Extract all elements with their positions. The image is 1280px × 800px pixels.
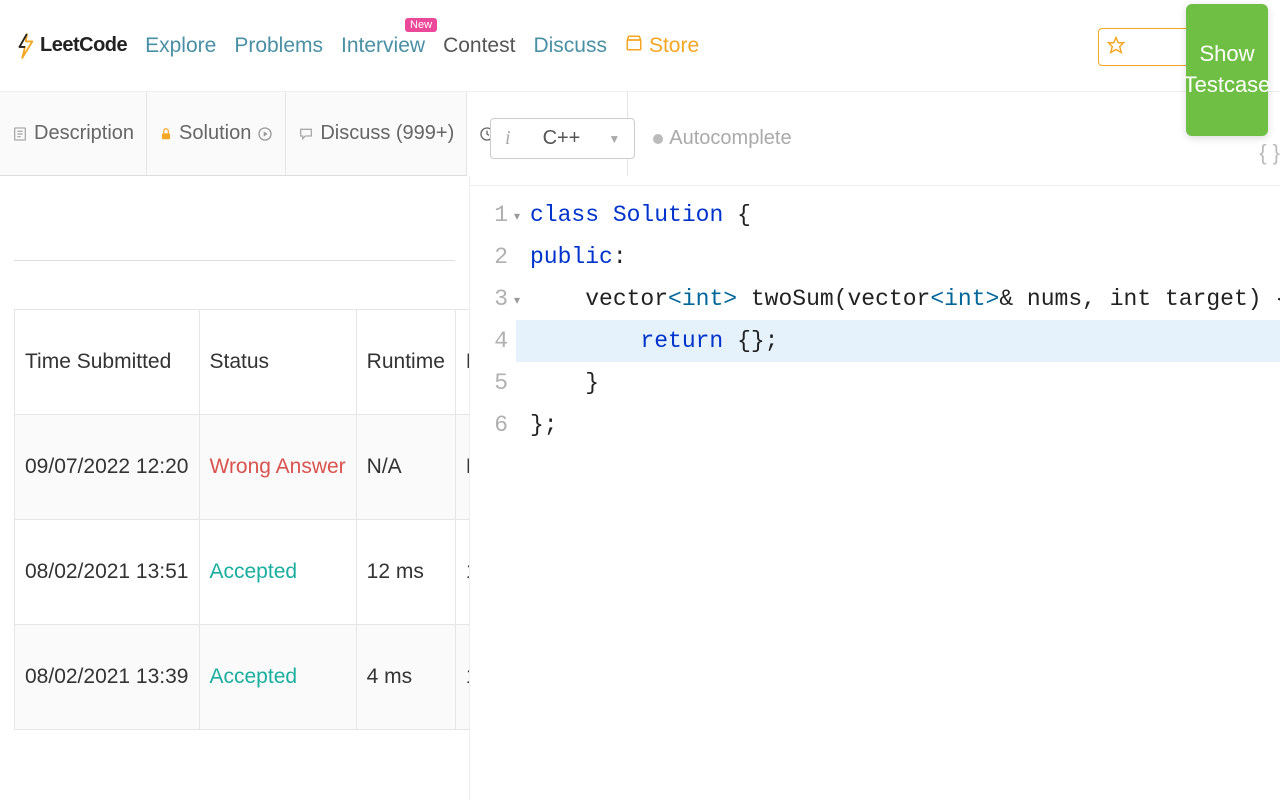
dot-icon	[653, 134, 663, 144]
nav-interview-wrap: Interview New	[341, 34, 425, 58]
discuss-icon	[298, 126, 314, 142]
autocomplete-toggle[interactable]: Autocomplete	[653, 127, 791, 150]
line-number: 3	[470, 278, 508, 320]
show-testcase-label: Show Testcase	[1184, 39, 1271, 101]
cell-time: 08/02/2021 13:39	[15, 625, 200, 730]
line-number: 5	[470, 362, 508, 404]
nav-links: Explore Problems Interview New Contest D…	[145, 34, 699, 58]
table-header-row: Time Submitted Status Runtime Memory Lan…	[15, 310, 470, 415]
nav-contest[interactable]: Contest	[443, 34, 515, 58]
nav-interview[interactable]: Interview	[341, 34, 425, 57]
code-line[interactable]: };	[516, 404, 1280, 446]
cell-memory: 10.3 MB	[455, 625, 469, 730]
tab-description[interactable]: Description	[0, 92, 147, 175]
lock-icon	[159, 127, 173, 141]
editor-code[interactable]: class Solution {public: vector<int> twoS…	[516, 194, 1280, 800]
tab-solution-label: Solution	[179, 122, 251, 145]
logo-icon	[14, 31, 36, 61]
table-row[interactable]: 09/07/2022 12:20Wrong AnswerN/AN/Acpp	[15, 415, 470, 520]
editor-gutter: 123456	[470, 194, 516, 800]
editor-toolbar: i C++ ▼ Autocomplete	[470, 92, 1280, 186]
logo-text: LeetCode	[40, 34, 127, 57]
cell-runtime: N/A	[356, 415, 455, 520]
th-runtime: Runtime	[356, 310, 455, 415]
cell-runtime: 12 ms	[356, 520, 455, 625]
autocomplete-label: Autocomplete	[669, 127, 791, 150]
th-status: Status	[199, 310, 356, 415]
store-icon	[625, 34, 643, 58]
code-line[interactable]: public:	[516, 236, 1280, 278]
code-line[interactable]: return {};	[516, 320, 1280, 362]
table-row[interactable]: 08/02/2021 13:39Accepted4 ms10.3 MBcpp	[15, 625, 470, 730]
cell-time: 08/02/2021 13:51	[15, 520, 200, 625]
chevron-down-icon: ▼	[608, 132, 620, 146]
line-number: 4	[470, 320, 508, 362]
cell-status[interactable]: Accepted	[199, 520, 356, 625]
submissions-panel: Time Submitted Status Runtime Memory Lan…	[0, 176, 469, 730]
code-line[interactable]: class Solution {	[516, 194, 1280, 236]
code-line[interactable]: }	[516, 362, 1280, 404]
editor-panel: i C++ ▼ Autocomplete 123456 class Soluti…	[470, 92, 1280, 800]
cell-memory: N/A	[455, 415, 469, 520]
cell-time: 09/07/2022 12:20	[15, 415, 200, 520]
play-icon	[257, 126, 273, 142]
nav-store[interactable]: Store	[625, 34, 699, 58]
code-editor[interactable]: 123456 class Solution {public: vector<in…	[470, 186, 1280, 800]
divider	[14, 260, 455, 261]
tab-solution[interactable]: Solution	[147, 92, 286, 175]
problem-tabs: Description Solution Discuss (999+)	[0, 92, 469, 176]
code-line[interactable]: vector<int> twoSum(vector<int>& nums, in…	[516, 278, 1280, 320]
tab-description-label: Description	[34, 122, 134, 145]
line-number: 6	[470, 404, 508, 446]
line-number: 1	[470, 194, 508, 236]
show-testcase-button[interactable]: Show Testcase	[1186, 4, 1268, 136]
description-icon	[12, 126, 28, 142]
th-time: Time Submitted	[15, 310, 200, 415]
table-row[interactable]: 08/02/2021 13:51Accepted12 ms10.5 MBcpp	[15, 520, 470, 625]
cell-status[interactable]: Accepted	[199, 625, 356, 730]
nav-discuss[interactable]: Discuss	[533, 34, 607, 58]
info-icon: i	[505, 127, 511, 150]
content-area: Description Solution Discuss (999+)	[0, 92, 1280, 800]
tab-discuss[interactable]: Discuss (999+)	[286, 92, 467, 175]
language-select[interactable]: i C++ ▼	[490, 118, 635, 159]
cell-memory: 10.5 MB	[455, 520, 469, 625]
nav-explore[interactable]: Explore	[145, 34, 216, 58]
cell-status[interactable]: Wrong Answer	[199, 415, 356, 520]
left-panel: Description Solution Discuss (999+)	[0, 92, 470, 800]
line-number: 2	[470, 236, 508, 278]
tab-discuss-label: Discuss (999+)	[320, 122, 454, 145]
badge-new: New	[405, 18, 437, 32]
language-label: C++	[543, 127, 581, 150]
cell-runtime: 4 ms	[356, 625, 455, 730]
nav-store-label: Store	[649, 34, 699, 58]
th-memory: Memory	[455, 310, 469, 415]
submissions-table: Time Submitted Status Runtime Memory Lan…	[14, 309, 469, 730]
logo[interactable]: LeetCode	[14, 31, 127, 61]
star-icon	[1107, 36, 1125, 59]
top-nav: LeetCode Explore Problems Interview New …	[0, 0, 1280, 92]
nav-problems[interactable]: Problems	[234, 34, 323, 58]
